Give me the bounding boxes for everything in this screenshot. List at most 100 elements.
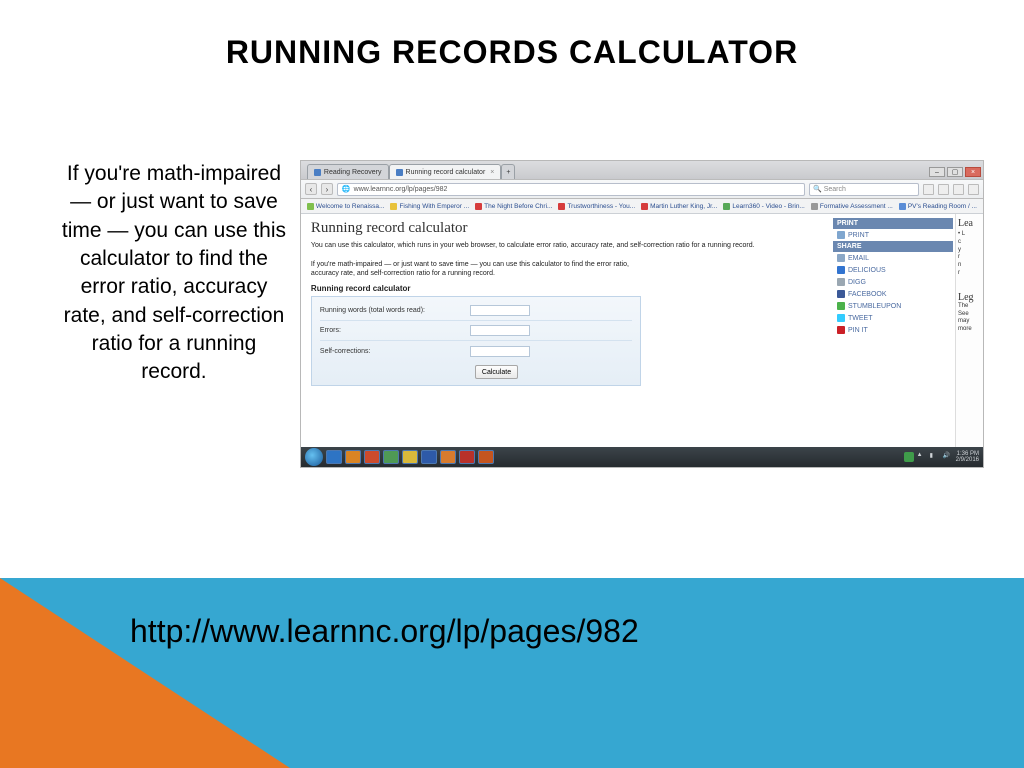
errors-label: Errors: bbox=[320, 327, 470, 334]
bookmark-favicon-icon bbox=[390, 203, 397, 210]
forward-button[interactable]: › bbox=[321, 183, 333, 195]
url-text: www.learnnc.org/lp/pages/982 bbox=[354, 186, 448, 193]
slide-blurb: If you're math-impaired — or just want t… bbox=[60, 160, 300, 468]
tab-strip: Reading Recovery Running record calculat… bbox=[301, 161, 983, 179]
share-label: FACEBOOK bbox=[848, 291, 887, 298]
back-button[interactable]: ‹ bbox=[305, 183, 317, 195]
running-words-input[interactable] bbox=[470, 305, 530, 316]
share-heading: SHARE bbox=[833, 241, 953, 252]
taskbar-media-icon[interactable] bbox=[364, 450, 380, 464]
bookmark-item[interactable]: Martin Luther King, Jr... bbox=[641, 203, 717, 210]
bookmark-favicon-icon bbox=[811, 203, 818, 210]
tab-reading-recovery[interactable]: Reading Recovery bbox=[307, 164, 389, 179]
self-corrections-label: Self-corrections: bbox=[320, 348, 470, 355]
share-label: DELICIOUS bbox=[848, 267, 886, 274]
errors-input[interactable] bbox=[470, 325, 530, 336]
bookmark-item[interactable]: Learn360 - Video - Brin... bbox=[723, 203, 805, 210]
bookmark-item[interactable]: Fishing With Emperor ... bbox=[390, 203, 469, 210]
share-delicious-link[interactable]: DELICIOUS bbox=[833, 264, 953, 276]
tab-running-record[interactable]: Running record calculator × bbox=[389, 164, 502, 179]
peek-line: • L bbox=[958, 231, 981, 239]
search-icon: 🔍 bbox=[813, 185, 822, 193]
bookmark-favicon-icon bbox=[641, 203, 648, 210]
peek-line: The bbox=[958, 303, 981, 311]
share-email-link[interactable]: EMAIL bbox=[833, 252, 953, 264]
page-sidebar: PRINT PRINT SHARE EMAIL DELICIOUS DIGG FACE… bbox=[833, 214, 955, 447]
taskbar-chrome-icon[interactable] bbox=[383, 450, 399, 464]
close-window-button[interactable]: × bbox=[965, 167, 981, 177]
tray-network-icon[interactable]: ▮ bbox=[930, 452, 940, 462]
bookmark-label: The Night Before Chri... bbox=[484, 203, 552, 210]
print-heading: PRINT bbox=[833, 218, 953, 229]
home-icon[interactable] bbox=[938, 184, 949, 195]
page-paragraph: If you're math-impaired — or just want t… bbox=[311, 260, 641, 278]
share-digg-link[interactable]: DIGG bbox=[833, 276, 953, 288]
bookmark-item[interactable]: Welcome to Renaissa... bbox=[307, 203, 385, 210]
share-tweet-link[interactable]: TWEET bbox=[833, 312, 953, 324]
bookmark-item[interactable]: The Night Before Chri... bbox=[475, 203, 552, 210]
share-icon bbox=[837, 254, 845, 262]
taskbar-ie-icon[interactable] bbox=[326, 450, 342, 464]
bookmark-label: Learn360 - Video - Brin... bbox=[732, 203, 805, 210]
bookmark-favicon-icon bbox=[475, 203, 482, 210]
calculator-heading: Running record calculator bbox=[311, 284, 823, 293]
start-button[interactable] bbox=[305, 448, 323, 466]
clock-date: 2/9/2016 bbox=[956, 457, 979, 463]
bookmark-item[interactable]: PV's Reading Room / ... bbox=[899, 203, 977, 210]
address-bar: ‹ › 🌐 www.learnnc.org/lp/pages/982 🔍 Sea… bbox=[301, 179, 983, 199]
peek-line: r bbox=[958, 254, 981, 262]
taskbar-word-icon[interactable] bbox=[421, 450, 437, 464]
taskbar-powerpoint-icon[interactable] bbox=[478, 450, 494, 464]
peek-line: c bbox=[958, 239, 981, 247]
calculate-button[interactable]: Calculate bbox=[475, 365, 518, 379]
close-tab-icon[interactable]: × bbox=[490, 169, 494, 176]
search-input[interactable]: 🔍 Search bbox=[809, 183, 919, 196]
maximize-button[interactable]: ▢ bbox=[947, 167, 963, 177]
bookmark-favicon-icon bbox=[307, 203, 314, 210]
downloads-icon[interactable] bbox=[923, 184, 934, 195]
tray-flag-icon[interactable]: ▲ bbox=[917, 452, 927, 462]
menu-icon[interactable] bbox=[968, 184, 979, 195]
browser-screenshot: Reading Recovery Running record calculat… bbox=[300, 160, 984, 468]
peek-line: r bbox=[958, 270, 981, 278]
share-icon bbox=[837, 266, 845, 274]
favicon-icon bbox=[314, 169, 321, 176]
running-words-label: Running words (total words read): bbox=[320, 307, 470, 314]
clock[interactable]: 1:36 PM 2/9/2016 bbox=[956, 451, 979, 463]
new-tab-button[interactable]: + bbox=[501, 164, 515, 179]
share-label: TWEET bbox=[848, 315, 873, 322]
bookmark-item[interactable]: Trustworthiness - You... bbox=[558, 203, 635, 210]
bookmark-item[interactable]: Formative Assessment ... bbox=[811, 203, 893, 210]
taskbar-firefox-icon[interactable] bbox=[440, 450, 456, 464]
taskbar-app-icon[interactable] bbox=[459, 450, 475, 464]
peek-heading: Lea bbox=[958, 218, 981, 229]
self-corrections-input[interactable] bbox=[470, 346, 530, 357]
print-label: PRINT bbox=[848, 232, 869, 239]
bookmark-label: Welcome to Renaissa... bbox=[316, 203, 385, 210]
peek-line: n bbox=[958, 262, 981, 270]
minimize-button[interactable]: – bbox=[929, 167, 945, 177]
share-pin it-link[interactable]: PIN IT bbox=[833, 324, 953, 336]
bookmark-label: Formative Assessment ... bbox=[820, 203, 893, 210]
bookmark-star-icon[interactable] bbox=[953, 184, 964, 195]
bookmark-favicon-icon bbox=[558, 203, 565, 210]
share-label: STUMBLEUPON bbox=[848, 303, 901, 310]
share-facebook-link[interactable]: FACEBOOK bbox=[833, 288, 953, 300]
taskbar-explorer-icon[interactable] bbox=[345, 450, 361, 464]
url-input[interactable]: 🌐 www.learnnc.org/lp/pages/982 bbox=[337, 183, 805, 196]
bookmark-label: Fishing With Emperor ... bbox=[399, 203, 469, 210]
peek-line: See bbox=[958, 311, 981, 319]
share-icon bbox=[837, 290, 845, 298]
page-heading: Running record calculator bbox=[311, 220, 823, 237]
share-stumbleupon-link[interactable]: STUMBLEUPON bbox=[833, 300, 953, 312]
tray-icon[interactable] bbox=[904, 452, 914, 462]
print-link[interactable]: PRINT bbox=[833, 229, 953, 241]
taskbar-folder-icon[interactable] bbox=[402, 450, 418, 464]
peek-heading-2: Leg bbox=[958, 292, 981, 303]
tray-volume-icon[interactable]: 🔊 bbox=[943, 452, 953, 462]
bookmark-favicon-icon bbox=[899, 203, 906, 210]
slide-title: RUNNING RECORDS CALCULATOR bbox=[0, 0, 1024, 71]
globe-icon: 🌐 bbox=[342, 185, 351, 193]
share-label: PIN IT bbox=[848, 327, 868, 334]
bookmarks-bar: Welcome to Renaissa... Fishing With Emper… bbox=[301, 199, 983, 214]
